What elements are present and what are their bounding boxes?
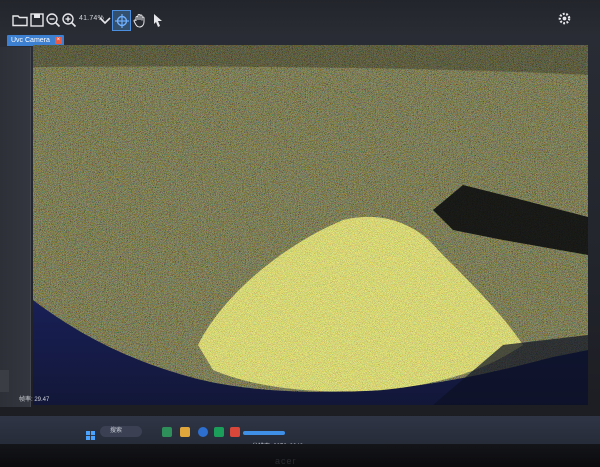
folder-icon[interactable] bbox=[180, 427, 190, 437]
zoom-in-icon[interactable] bbox=[61, 12, 77, 28]
save-icon[interactable] bbox=[29, 12, 45, 28]
app-icon-2[interactable] bbox=[214, 427, 224, 437]
zoom-out-icon[interactable] bbox=[45, 12, 61, 28]
toolbar: 41.74% bbox=[0, 0, 600, 34]
app-icon-3[interactable] bbox=[230, 427, 240, 437]
chevron-down-icon[interactable] bbox=[97, 12, 113, 28]
taskbar-search[interactable]: 搜索 bbox=[100, 426, 142, 437]
windows-icon[interactable] bbox=[86, 427, 95, 440]
active-app-indicator bbox=[243, 431, 285, 435]
monitor-bezel bbox=[0, 444, 600, 467]
scrollbar[interactable] bbox=[0, 370, 9, 392]
camera-view[interactable] bbox=[33, 45, 588, 405]
close-icon[interactable]: × bbox=[54, 37, 62, 44]
gear-icon[interactable] bbox=[557, 11, 572, 26]
camera-image bbox=[33, 45, 588, 405]
app-window: 41.74% Uvc Camera × 帧率: 29.47 搜索 acer bbox=[0, 0, 600, 467]
open-folder-icon[interactable] bbox=[12, 12, 28, 28]
crosshair-icon[interactable] bbox=[112, 10, 131, 31]
tab-label: Uvc Camera bbox=[11, 37, 50, 44]
frame-rate-text: 帧率: 29.47 bbox=[19, 397, 50, 403]
taskbar-search-label: 搜索 bbox=[110, 428, 123, 434]
left-panel bbox=[0, 47, 31, 407]
app-icon[interactable] bbox=[162, 427, 172, 437]
monitor-logo: acer bbox=[275, 456, 297, 466]
pointer-icon[interactable] bbox=[150, 12, 166, 28]
browser-icon[interactable] bbox=[198, 427, 208, 437]
hand-icon[interactable] bbox=[132, 12, 148, 28]
